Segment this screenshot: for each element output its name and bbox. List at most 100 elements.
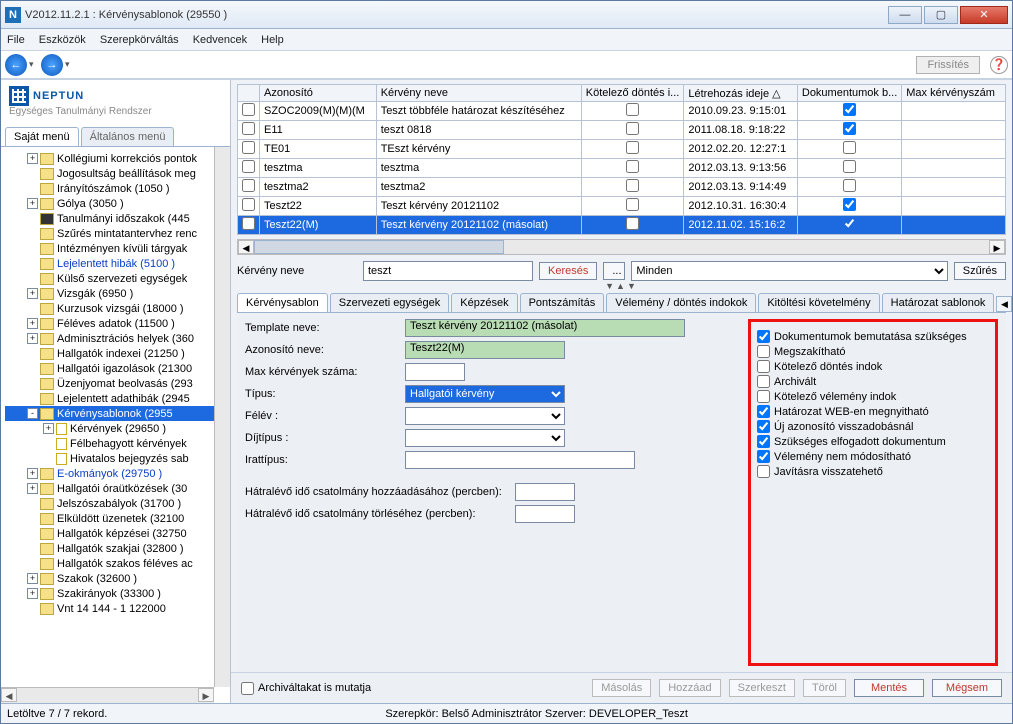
menu-file[interactable]: File bbox=[7, 34, 25, 46]
minimize-button[interactable]: — bbox=[888, 6, 922, 24]
tree-item[interactable]: +Hallgatói óraütközések (30 bbox=[5, 481, 228, 496]
grid[interactable]: AzonosítóKérvény neveKötelező döntés i..… bbox=[237, 84, 1006, 235]
table-row[interactable]: SZOC2009(M)(M)(MTeszt többféle határozat… bbox=[238, 102, 1006, 121]
row-check[interactable] bbox=[242, 122, 255, 135]
tree-item[interactable]: Tanulmányi időszakok (445 bbox=[5, 211, 228, 226]
table-row[interactable]: TE01TEszt kérvény2012.02.20. 12:27:1 bbox=[238, 140, 1006, 159]
option-check[interactable] bbox=[757, 390, 770, 403]
tree-item[interactable]: Jogosultság beállítások meg bbox=[5, 166, 228, 181]
kot-check[interactable] bbox=[626, 122, 639, 135]
max-input[interactable] bbox=[405, 363, 465, 381]
grid-hscroll[interactable]: ◀▶ bbox=[237, 239, 1006, 255]
tree-item[interactable]: Hallgatók szakjai (32800 ) bbox=[5, 541, 228, 556]
row-check[interactable] bbox=[242, 141, 255, 154]
detail-tab[interactable]: Határozat sablonok bbox=[882, 293, 995, 312]
cancel-button[interactable]: Mégsem bbox=[932, 679, 1002, 697]
tree-item[interactable]: -Kérvénysablonok (2955 bbox=[5, 406, 228, 421]
tree-item[interactable]: Hallgatók indexei (21250 ) bbox=[5, 346, 228, 361]
col-header[interactable]: Kötelező döntés i... bbox=[581, 85, 684, 102]
refresh-button[interactable]: Frissítés bbox=[916, 56, 980, 74]
tree-item[interactable]: Jelszószabályok (31700 ) bbox=[5, 496, 228, 511]
detail-tab[interactable]: Szervezeti egységek bbox=[330, 293, 450, 312]
dok-check[interactable] bbox=[843, 122, 856, 135]
tree-item[interactable]: +Kollégiumi korrekciós pontok bbox=[5, 151, 228, 166]
add-button[interactable]: Hozzáad bbox=[659, 679, 720, 697]
tree-item[interactable]: Lejelentett hibák (5100 ) bbox=[5, 256, 228, 271]
tree-item[interactable]: Hallgatók szakos féléves ac bbox=[5, 556, 228, 571]
menu-fav[interactable]: Kedvencek bbox=[193, 34, 247, 46]
expand-icon[interactable]: + bbox=[27, 198, 38, 209]
expand-icon[interactable]: + bbox=[27, 588, 38, 599]
expand-icon[interactable]: + bbox=[43, 423, 54, 434]
tree-item[interactable]: +E-okmányok (29750 ) bbox=[5, 466, 228, 481]
nav-back-drop[interactable]: ▾ bbox=[29, 59, 39, 70]
col-header[interactable]: Kérvény neve bbox=[376, 85, 581, 102]
tipus-select[interactable]: Hallgatói kérvény bbox=[405, 385, 565, 403]
tree-item[interactable]: +Szakirányok (33300 ) bbox=[5, 586, 228, 601]
irattipus-input[interactable] bbox=[405, 451, 635, 469]
col-header[interactable]: Max kérvényszám bbox=[902, 85, 1006, 102]
detail-tab[interactable]: Pontszámítás bbox=[520, 293, 605, 312]
dijtipus-select[interactable] bbox=[405, 429, 565, 447]
tree-item[interactable]: Üzenjyomat beolvasás (293 bbox=[5, 376, 228, 391]
expand-icon[interactable]: + bbox=[27, 318, 38, 329]
nav-back-button[interactable]: ← bbox=[5, 54, 27, 76]
kot-check[interactable] bbox=[626, 103, 639, 116]
search-more-button[interactable]: ... bbox=[603, 262, 625, 280]
nav-tree[interactable]: +Kollégiumi korrekciós pontokJogosultság… bbox=[1, 147, 230, 703]
kot-check[interactable] bbox=[626, 198, 639, 211]
dok-check[interactable] bbox=[843, 179, 856, 192]
row-check[interactable] bbox=[242, 179, 255, 192]
filter-combo[interactable]: Minden bbox=[631, 261, 947, 281]
dok-check[interactable] bbox=[843, 160, 856, 173]
left-tab-general[interactable]: Általános menü bbox=[81, 127, 175, 146]
option-check[interactable] bbox=[757, 465, 770, 478]
expand-icon[interactable]: - bbox=[27, 408, 38, 419]
expand-icon[interactable]: + bbox=[27, 333, 38, 344]
kot-check[interactable] bbox=[626, 160, 639, 173]
attach-add-time-input[interactable] bbox=[515, 483, 575, 501]
tree-item[interactable]: Lejelentett adathibák (2945 bbox=[5, 391, 228, 406]
tree-item[interactable]: +Féléves adatok (11500 ) bbox=[5, 316, 228, 331]
col-header[interactable]: Azonosító bbox=[260, 85, 377, 102]
tree-item[interactable]: Félbehagyott kérvények bbox=[5, 436, 228, 451]
expand-icon[interactable]: + bbox=[27, 288, 38, 299]
tree-item[interactable]: Irányítószámok (1050 ) bbox=[5, 181, 228, 196]
option-check[interactable] bbox=[757, 435, 770, 448]
menu-role[interactable]: Szerepkörváltás bbox=[100, 34, 179, 46]
tab-left[interactable]: ◀ bbox=[996, 296, 1012, 312]
show-archived-check[interactable] bbox=[241, 682, 254, 695]
tree-item[interactable]: +Szakok (32600 ) bbox=[5, 571, 228, 586]
expand-icon[interactable]: + bbox=[27, 153, 38, 164]
row-check[interactable] bbox=[242, 217, 255, 230]
dok-check[interactable] bbox=[843, 103, 856, 116]
tree-item[interactable]: Vnt 14 144 - 1 122000 bbox=[5, 601, 228, 616]
tree-item[interactable]: +Adminisztrációs helyek (360 bbox=[5, 331, 228, 346]
row-check[interactable] bbox=[242, 103, 255, 116]
tree-item[interactable]: Hallgatói igazolások (21300 bbox=[5, 361, 228, 376]
table-row[interactable]: tesztmatesztma2012.03.13. 9:13:56 bbox=[238, 159, 1006, 178]
table-row[interactable]: tesztma2tesztma22012.03.13. 9:14:49 bbox=[238, 178, 1006, 197]
nav-fwd-drop[interactable]: ▾ bbox=[65, 59, 75, 70]
dok-check[interactable] bbox=[843, 141, 856, 154]
detail-tab[interactable]: Képzések bbox=[451, 293, 517, 312]
nav-fwd-button[interactable]: → bbox=[41, 54, 63, 76]
row-check[interactable] bbox=[242, 198, 255, 211]
option-check[interactable] bbox=[757, 375, 770, 388]
left-tab-own[interactable]: Saját menü bbox=[5, 127, 79, 146]
dok-check[interactable] bbox=[843, 217, 856, 230]
col-header[interactable]: Létrehozás ideje △ bbox=[684, 85, 798, 102]
table-row[interactable]: Teszt22(M)Teszt kérvény 20121102 (másola… bbox=[238, 216, 1006, 235]
detail-tab[interactable]: Kérvénysablon bbox=[237, 293, 328, 312]
tree-hscroll[interactable]: ◀▶ bbox=[1, 687, 214, 703]
option-check[interactable] bbox=[757, 405, 770, 418]
tree-item[interactable]: Hivatalos bejegyzés sab bbox=[5, 451, 228, 466]
tree-item[interactable]: +Gólya (3050 ) bbox=[5, 196, 228, 211]
menu-tools[interactable]: Eszközök bbox=[39, 34, 86, 46]
search-button[interactable]: Keresés bbox=[539, 262, 597, 280]
filter-input[interactable] bbox=[363, 261, 533, 281]
tree-item[interactable]: Intézményen kívüli tárgyak bbox=[5, 241, 228, 256]
tree-item[interactable]: Kurzusok vizsgái (18000 ) bbox=[5, 301, 228, 316]
option-check[interactable] bbox=[757, 420, 770, 433]
copy-button[interactable]: Másolás bbox=[592, 679, 651, 697]
